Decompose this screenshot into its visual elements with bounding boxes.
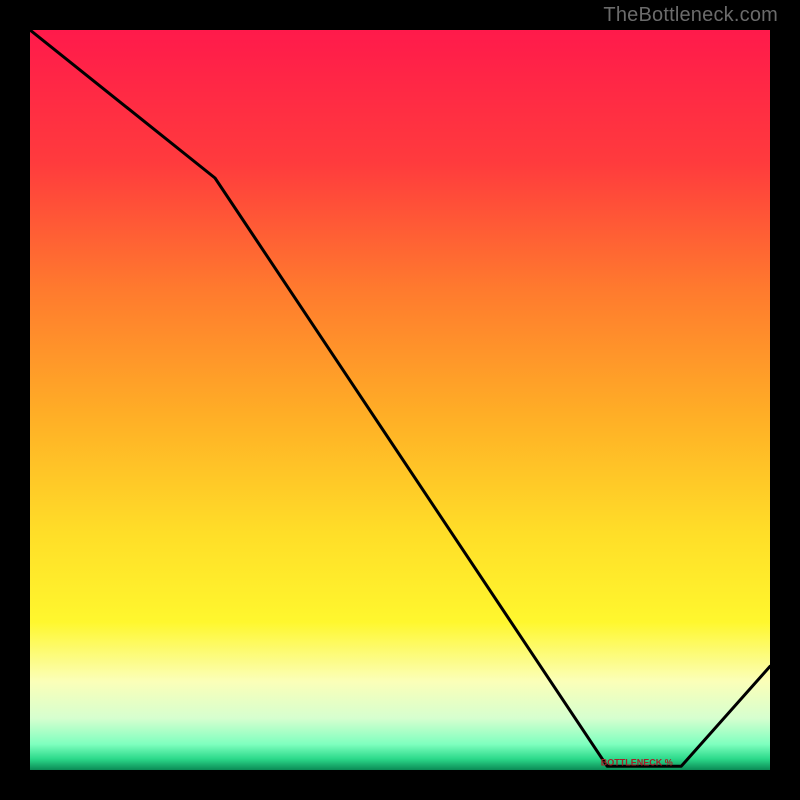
chart-svg: BOTTLENECK % (30, 30, 770, 770)
watermark-text: TheBottleneck.com (603, 4, 778, 27)
bottleneck-band-label: BOTTLENECK % (601, 757, 673, 767)
chart-background (30, 30, 770, 770)
chart-plot-area: BOTTLENECK % BOTTLENECK % (30, 30, 770, 770)
chart-frame: BOTTLENECK % BOTTLENECK % (30, 30, 770, 770)
